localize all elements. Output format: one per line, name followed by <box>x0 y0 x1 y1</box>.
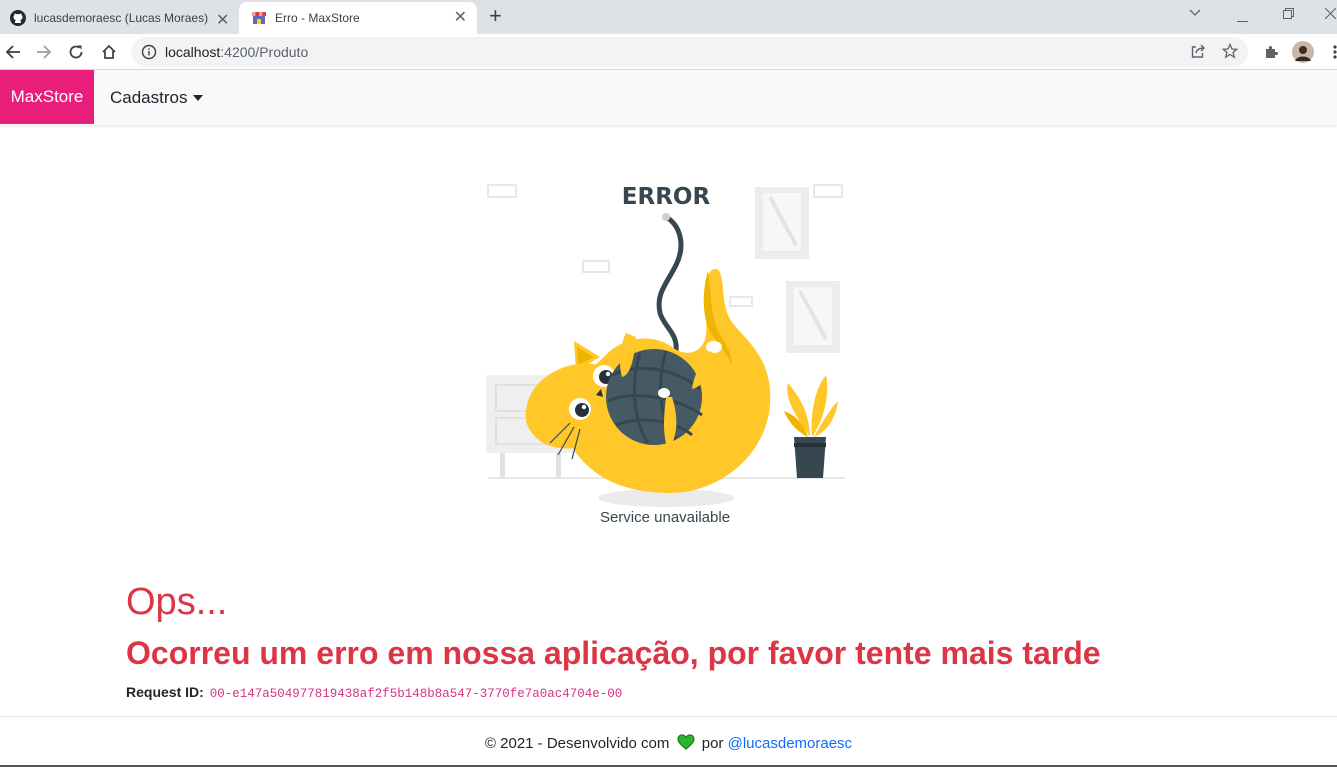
error-message: Ocorreu um erro em nossa aplicação, por … <box>126 635 1101 671</box>
address-bar[interactable]: localhost:4200/Produto <box>131 37 1248 67</box>
tab-search-icon[interactable] <box>1189 5 1201 21</box>
page-footer: © 2021 - Desenvolvido com por @lucasdemo… <box>0 716 1337 767</box>
store-icon <box>251 10 267 26</box>
footer-prefix: © 2021 - Desenvolvido com <box>484 735 670 752</box>
brand-logo[interactable]: MaxStore <box>0 70 94 124</box>
minimize-icon[interactable] <box>1237 10 1248 26</box>
site-info-icon[interactable] <box>141 44 157 60</box>
cadastros-dropdown[interactable]: Cadastros <box>110 88 204 108</box>
request-id-value: 00-e147a504977819438af2f5b148b8a547-3770… <box>209 687 623 701</box>
url-host: localhost <box>165 44 221 60</box>
share-icon[interactable] <box>1190 43 1208 61</box>
footer-text: © 2021 - Desenvolvido com por @lucasdemo… <box>0 734 1337 752</box>
tab-title: Erro - MaxStore <box>275 11 360 25</box>
plant-icon <box>784 375 838 478</box>
illustration-caption: Service unavailable <box>599 509 731 526</box>
restore-icon[interactable] <box>1283 6 1294 22</box>
extensions-icon[interactable] <box>1258 39 1284 65</box>
reload-icon[interactable] <box>63 39 89 65</box>
browser-menu-icon[interactable] <box>1322 39 1337 65</box>
close-window-icon[interactable] <box>1324 6 1337 22</box>
browser-tab-github[interactable]: lucasdemoraesc (Lucas Moraes) · GitHub <box>0 2 236 34</box>
browser-tabstrip: lucasdemoraesc (Lucas Moraes) · GitHub E… <box>0 0 1337 34</box>
cadastros-label: Cadastros <box>110 88 188 107</box>
green-heart-icon <box>676 734 695 750</box>
url-path: :4200/Produto <box>220 44 309 60</box>
caret-down-icon <box>193 95 204 101</box>
footer-connector: por <box>701 735 724 752</box>
github-icon <box>10 10 26 26</box>
app-navbar: MaxStore Cadastros <box>0 70 1337 125</box>
close-tab-icon[interactable]: ✕ <box>216 10 229 30</box>
browser-tab-erro[interactable]: Erro - MaxStore ✕ <box>239 2 477 34</box>
profile-avatar-icon[interactable] <box>1290 39 1316 65</box>
request-id-line: Request ID: 00-e147a504977819438af2f5b14… <box>126 684 622 701</box>
bookmark-star-icon[interactable] <box>1221 42 1240 61</box>
request-id-label: Request ID: <box>126 684 204 700</box>
error-heading: ERROR <box>622 184 711 210</box>
close-tab-icon[interactable]: ✕ <box>454 10 467 26</box>
browser-toolbar: localhost:4200/Produto <box>0 34 1337 70</box>
author-link[interactable]: @lucasdemoraesc <box>728 735 852 752</box>
new-tab-icon[interactable]: + <box>489 5 502 27</box>
home-icon[interactable] <box>96 39 122 65</box>
tab-title: lucasdemoraesc (Lucas Moraes) · GitHub <box>34 11 210 25</box>
back-icon[interactable] <box>0 39 26 65</box>
error-title: Ops... <box>126 581 228 623</box>
cat-icon <box>525 269 771 493</box>
forward-icon[interactable] <box>31 39 57 65</box>
url-text: localhost:4200/Produto <box>165 44 308 60</box>
error-cat-illustration: ERROR <box>486 184 845 507</box>
